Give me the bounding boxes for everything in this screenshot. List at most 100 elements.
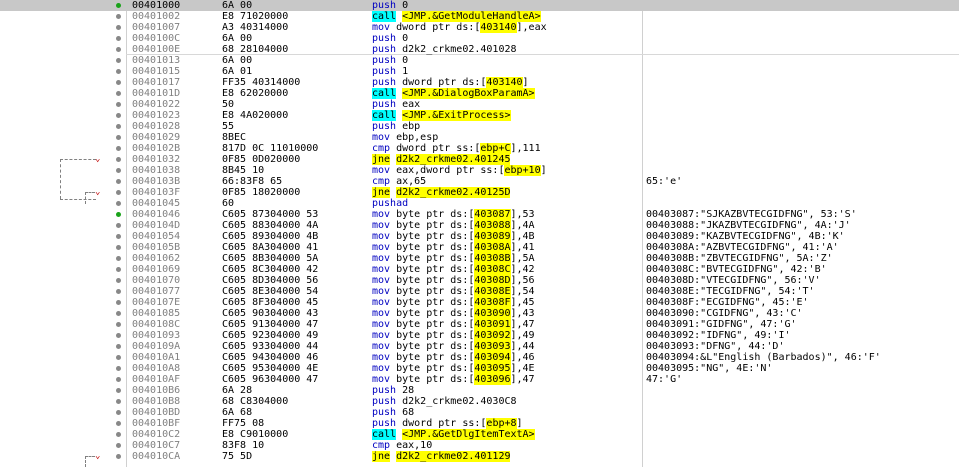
disassembly-cell[interactable]: jne d2k2_crkme02.40125D (372, 187, 642, 198)
comment-cell[interactable] (646, 451, 959, 462)
bytes-cell[interactable]: C605 87304000 53 (222, 209, 362, 220)
bytes-cell[interactable]: E8 62020000 (222, 88, 362, 99)
comment-cell[interactable]: 00403088:"JKAZBVTECGIDFNG", 4A:'J' (646, 220, 959, 231)
bytes-cell[interactable]: C605 8C304000 42 (222, 264, 362, 275)
address-cell[interactable]: 0040104D (132, 220, 222, 231)
bytes-cell[interactable]: C605 8B304000 5A (222, 253, 362, 264)
disassembly-cell[interactable]: mov byte ptr ds:[40308B],5A (372, 253, 642, 264)
comment-cell[interactable] (646, 187, 959, 198)
disassembly-cell[interactable]: mov byte ptr ds:[40308D],56 (372, 275, 642, 286)
disassembly-cell[interactable]: mov eax,dword ptr ss:[ebp+10] (372, 165, 642, 176)
bytes-cell[interactable]: 6A 00 (222, 0, 362, 11)
row-marker-icon[interactable] (116, 157, 121, 162)
instruction-row[interactable]: 0040109A C605 93304000 44 mov byte ptr ds:… (0, 341, 959, 352)
row-marker-icon[interactable] (116, 113, 121, 118)
disassembly-cell[interactable]: push dword ptr ss:[ebp+8] (372, 418, 642, 429)
comment-cell[interactable]: 00403089:"KAZBVTECGIDFNG", 4B:'K' (646, 231, 959, 242)
bytes-cell[interactable]: 66:83F8 65 (222, 176, 362, 187)
bytes-cell[interactable]: 68 28104000 (222, 44, 362, 55)
row-marker-icon[interactable] (116, 146, 121, 151)
comment-cell[interactable] (646, 44, 959, 55)
comment-cell[interactable]: 00403093:"DFNG", 44:'D' (646, 341, 959, 352)
row-marker-icon[interactable] (116, 135, 121, 140)
disassembly-cell[interactable]: push dword ptr ds:[403140] (372, 77, 642, 88)
instruction-row[interactable]: 00401038 8B45 10 mov eax,dword ptr ss:[ebp… (0, 165, 959, 176)
disassembly-cell[interactable]: cmp eax,10 (372, 440, 642, 451)
instruction-row[interactable]: 004010C7 83F8 10 cmp eax,10 (0, 440, 959, 451)
row-marker-icon[interactable] (116, 179, 121, 184)
instruction-row[interactable]: 00401029 8BEC mov ebp,esp (0, 132, 959, 143)
comment-cell[interactable]: 0040308B:"ZBVTECGIDFNG", 5A:'Z' (646, 253, 959, 264)
address-cell[interactable]: 00401022 (132, 99, 222, 110)
comment-cell[interactable] (646, 429, 959, 440)
disassembly-cell[interactable]: mov byte ptr ds:[403094],46 (372, 352, 642, 363)
instruction-row[interactable]: 00401054 C605 89304000 4B mov byte ptr ds:… (0, 231, 959, 242)
bytes-cell[interactable]: C605 91304000 47 (222, 319, 362, 330)
instruction-row[interactable]: ⌄ 0040103F 0F85 18020000 jne d2k2_crkme02.4… (0, 187, 959, 198)
disassembly-cell[interactable]: mov byte ptr ds:[403087],53 (372, 209, 642, 220)
comment-cell[interactable]: 0040308C:"BVTECGIDFNG", 42:'B' (646, 264, 959, 275)
address-cell[interactable]: 0040102B (132, 143, 222, 154)
disassembly-listing[interactable]: 00401000 6A 00 push 0 00401002 E8 71020000 ca… (0, 0, 959, 467)
row-marker-icon[interactable] (116, 454, 121, 459)
row-marker-icon[interactable] (116, 124, 121, 129)
instruction-row[interactable]: 004010AF C605 96304000 47 mov byte ptr ds:… (0, 374, 959, 385)
comment-cell[interactable] (646, 385, 959, 396)
row-marker-icon[interactable] (116, 223, 121, 228)
address-cell[interactable]: 004010A8 (132, 363, 222, 374)
row-marker-icon[interactable] (116, 14, 121, 19)
comment-cell[interactable] (646, 440, 959, 451)
bytes-cell[interactable]: 8B45 10 (222, 165, 362, 176)
bytes-cell[interactable]: 6A 00 (222, 55, 362, 66)
row-marker-icon[interactable] (116, 234, 121, 239)
address-cell[interactable]: 00401015 (132, 66, 222, 77)
comment-cell[interactable] (646, 418, 959, 429)
row-marker-icon[interactable] (116, 421, 121, 426)
disassembly-cell[interactable]: call <JMP.&DialogBoxParamA> (372, 88, 642, 99)
disassembly-cell[interactable]: mov byte ptr ds:[403096],47 (372, 374, 642, 385)
instruction-row[interactable]: ⌄ 00401032 0F85 0D020000 jne d2k2_crkme02.4… (0, 154, 959, 165)
instruction-row[interactable]: 0040103B 66:83F8 65 cmp ax,65 65:'e' (0, 176, 959, 187)
row-marker-icon[interactable] (116, 410, 121, 415)
bytes-cell[interactable]: C605 89304000 4B (222, 231, 362, 242)
row-marker-icon[interactable] (116, 47, 121, 52)
row-marker-icon[interactable] (116, 333, 121, 338)
disassembly-cell[interactable]: mov byte ptr ds:[40308C],42 (372, 264, 642, 275)
bytes-cell[interactable]: 8BEC (222, 132, 362, 143)
bytes-cell[interactable]: 55 (222, 121, 362, 132)
bytes-cell[interactable]: C605 94304000 46 (222, 352, 362, 363)
bytes-cell[interactable]: 6A 68 (222, 407, 362, 418)
instruction-row[interactable]: 0040101D E8 62020000 call <JMP.&DialogBoxP… (0, 88, 959, 99)
address-cell[interactable]: 00401023 (132, 110, 222, 121)
comment-cell[interactable] (646, 66, 959, 77)
comment-cell[interactable] (646, 143, 959, 154)
row-marker-icon[interactable] (116, 256, 121, 261)
address-cell[interactable]: 00401046 (132, 209, 222, 220)
row-marker-icon[interactable] (116, 102, 121, 107)
comment-cell[interactable]: 00403091:"GIDFNG", 47:'G' (646, 319, 959, 330)
row-marker-icon[interactable] (116, 201, 121, 206)
address-cell[interactable]: 00401000 (132, 0, 222, 11)
address-cell[interactable]: 004010BF (132, 418, 222, 429)
bytes-cell[interactable]: 68 C8304000 (222, 396, 362, 407)
comment-cell[interactable] (646, 121, 959, 132)
bytes-cell[interactable]: C605 96304000 47 (222, 374, 362, 385)
disassembly-cell[interactable]: mov byte ptr ds:[403089],4B (372, 231, 642, 242)
comment-cell[interactable]: 0040308D:"VTECGIDFNG", 56:'V' (646, 275, 959, 286)
address-cell[interactable]: 00401093 (132, 330, 222, 341)
address-cell[interactable]: 0040108C (132, 319, 222, 330)
bytes-cell[interactable]: 75 5D (222, 451, 362, 462)
instruction-row[interactable]: 00401070 C605 8D304000 56 mov byte ptr ds:… (0, 275, 959, 286)
disassembly-cell[interactable]: call <JMP.&GetModuleHandleA> (372, 11, 642, 22)
row-marker-icon[interactable] (116, 366, 121, 371)
address-cell[interactable]: 00401028 (132, 121, 222, 132)
bytes-cell[interactable]: 6A 00 (222, 33, 362, 44)
bytes-cell[interactable]: C605 90304000 43 (222, 308, 362, 319)
comment-cell[interactable] (646, 132, 959, 143)
disassembly-cell[interactable]: mov byte ptr ds:[403095],4E (372, 363, 642, 374)
comment-cell[interactable] (646, 99, 959, 110)
bytes-cell[interactable]: 83F8 10 (222, 440, 362, 451)
bytes-cell[interactable]: C605 93304000 44 (222, 341, 362, 352)
comment-cell[interactable] (646, 33, 959, 44)
address-cell[interactable]: 004010AF (132, 374, 222, 385)
